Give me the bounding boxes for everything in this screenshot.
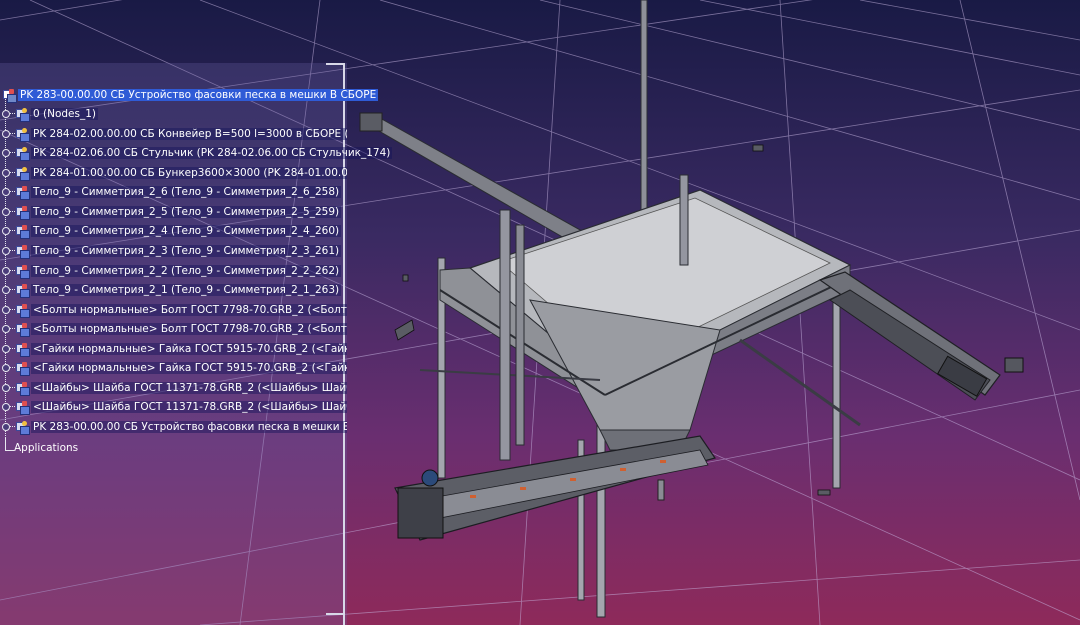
- expand-toggle[interactable]: [2, 129, 10, 138]
- part-icon: [15, 400, 30, 415]
- product-root-icon: [2, 88, 17, 103]
- panel-border: [326, 63, 344, 65]
- tree-item[interactable]: <Шайбы> Шайба ГОСТ 11371-78.GRB_2 (<Шайб…: [0, 398, 347, 415]
- tree-item[interactable]: PK 284-02.00.00.00 СБ Конвейер B=500 l=3…: [0, 125, 347, 142]
- assembly-icon: [15, 127, 30, 142]
- expand-toggle[interactable]: [2, 109, 10, 118]
- tree-item[interactable]: Тело_9 - Симметрия_2_3 (Тело_9 - Симметр…: [0, 242, 342, 259]
- part-icon: [15, 185, 30, 200]
- tree-item-label: Тело_9 - Симметрия_2_2 (Тело_9 - Симметр…: [31, 264, 342, 277]
- expand-toggle[interactable]: [2, 207, 10, 216]
- expand-toggle[interactable]: [2, 168, 10, 177]
- tree-item-applications[interactable]: Applications: [10, 439, 80, 456]
- tree-item-label: PK 284-01.00.00.00 СБ Бункер3600×3000 (P…: [31, 166, 347, 179]
- tree-item[interactable]: PK 283-00.00.00 СБ Устройство фасовки пе…: [0, 418, 347, 435]
- expand-toggle[interactable]: [2, 344, 10, 353]
- part-icon: [15, 303, 30, 318]
- assembly-icon: [15, 166, 30, 181]
- tree-item-label: Тело_9 - Симметрия_2_1 (Тело_9 - Симметр…: [31, 283, 342, 296]
- expand-toggle[interactable]: [2, 226, 10, 235]
- assembly-icon: [15, 146, 30, 161]
- tree-item-label: <Шайбы> Шайба ГОСТ 11371-78.GRB_2 (<Шайб…: [31, 381, 347, 394]
- tree-item[interactable]: Тело_9 - Симметрия_2_5 (Тело_9 - Симметр…: [0, 203, 342, 220]
- expand-toggle[interactable]: [2, 285, 10, 294]
- expand-toggle[interactable]: [2, 383, 10, 392]
- assembly-icon: [15, 420, 30, 435]
- expand-toggle[interactable]: [2, 363, 10, 372]
- tree-item-label: Тело_9 - Симметрия_2_4 (Тело_9 - Симметр…: [31, 224, 342, 237]
- part-icon: [15, 322, 30, 337]
- tree-item[interactable]: <Гайки нормальные> Гайка ГОСТ 5915-70.GR…: [0, 340, 347, 357]
- part-icon: [15, 283, 30, 298]
- tree-item[interactable]: <Болты нормальные> Болт ГОСТ 7798-70.GRB…: [0, 301, 347, 318]
- part-icon: [15, 244, 30, 259]
- tree-item-label: Applications: [14, 441, 79, 454]
- tree-item[interactable]: <Болты нормальные> Болт ГОСТ 7798-70.GRB…: [0, 320, 347, 337]
- expand-toggle[interactable]: [2, 187, 10, 196]
- part-icon: [15, 342, 30, 357]
- tree-item-label: <Гайки нормальные> Гайка ГОСТ 5915-70.GR…: [31, 342, 347, 355]
- expand-toggle[interactable]: [2, 324, 10, 333]
- tree-item-root[interactable]: PK 283-00.00.00 СБ Устройство фасовки пе…: [0, 86, 379, 103]
- tree-item-label: <Болты нормальные> Болт ГОСТ 7798-70.GRB…: [31, 303, 347, 316]
- tree-item-label: PK 283-00.00.00 СБ Устройство фасовки пе…: [31, 420, 347, 433]
- expand-toggle[interactable]: [2, 422, 10, 431]
- tree-item[interactable]: Тело_9 - Симметрия_2_6 (Тело_9 - Симметр…: [0, 183, 342, 200]
- tree-item[interactable]: PK 284-01.00.00.00 СБ Бункер3600×3000 (P…: [0, 164, 347, 181]
- tree-item-label: PK 283-00.00.00 СБ Устройство фасовки пе…: [18, 88, 379, 101]
- tree-item-label: Тело_9 - Симметрия_2_3 (Тело_9 - Симметр…: [31, 244, 342, 257]
- tree-item-label: <Гайки нормальные> Гайка ГОСТ 5915-70.GR…: [31, 361, 347, 374]
- expand-toggle[interactable]: [2, 305, 10, 314]
- tree-item-label: PK 284-02.06.00 СБ Стульчик (PK 284-02.0…: [31, 146, 393, 159]
- tree-item-label: PK 284-02.00.00.00 СБ Конвейер B=500 l=3…: [31, 127, 347, 140]
- expand-toggle[interactable]: [2, 246, 10, 255]
- inclined-chute: [359, 112, 599, 251]
- tree-item-label: <Болты нормальные> Болт ГОСТ 7798-70.GRB…: [31, 322, 347, 335]
- expand-toggle[interactable]: [2, 402, 10, 411]
- tree-item-label: 0 (Nodes_1): [31, 107, 99, 120]
- part-icon: [15, 381, 30, 396]
- part-icon: [15, 361, 30, 376]
- tree-item-label: Тело_9 - Симметрия_2_5 (Тело_9 - Симметр…: [31, 205, 342, 218]
- tree-item[interactable]: Тело_9 - Симметрия_2_1 (Тело_9 - Симметр…: [0, 281, 342, 298]
- tree-item[interactable]: 0 (Nodes_1): [0, 105, 99, 122]
- part-icon: [15, 224, 30, 239]
- expand-toggle[interactable]: [2, 266, 10, 275]
- nodes-icon: [15, 107, 30, 122]
- vertical-pipe: [640, 0, 648, 233]
- tree-item[interactable]: Тело_9 - Симметрия_2_4 (Тело_9 - Симметр…: [0, 222, 342, 239]
- tree-item-label: Тело_9 - Симметрия_2_6 (Тело_9 - Симметр…: [31, 185, 342, 198]
- tree-item[interactable]: <Шайбы> Шайба ГОСТ 11371-78.GRB_2 (<Шайб…: [0, 379, 347, 396]
- tree-item[interactable]: PK 284-02.06.00 СБ Стульчик (PK 284-02.0…: [0, 144, 393, 161]
- part-icon: [15, 205, 30, 220]
- side-conveyor: [818, 271, 1024, 401]
- tree-item[interactable]: <Гайки нормальные> Гайка ГОСТ 5915-70.GR…: [0, 359, 347, 376]
- tree-item[interactable]: Тело_9 - Симметрия_2_2 (Тело_9 - Симметр…: [0, 262, 342, 279]
- part-icon: [15, 264, 30, 279]
- tree-item-label: <Шайбы> Шайба ГОСТ 11371-78.GRB_2 (<Шайб…: [31, 400, 347, 413]
- panel-border: [326, 613, 344, 615]
- expand-toggle[interactable]: [2, 148, 10, 157]
